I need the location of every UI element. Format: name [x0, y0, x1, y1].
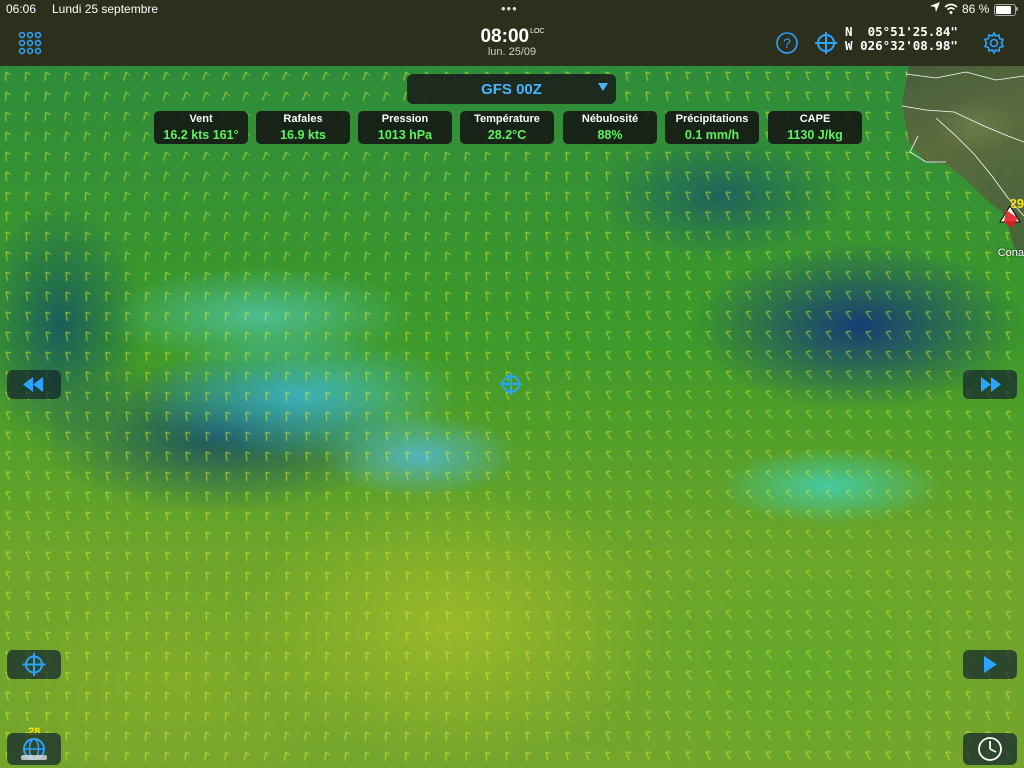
longitude: 026°32'08.98"	[860, 38, 958, 53]
chip-wind[interactable]: Vent 16.2 kts 161°	[154, 111, 248, 144]
chip-label: Rafales	[283, 113, 323, 125]
chip-temperature[interactable]: Température 28.2°C	[460, 111, 554, 144]
battery-icon	[994, 4, 1016, 16]
center-position-button[interactable]	[7, 650, 61, 679]
layers-button[interactable]	[7, 733, 61, 765]
help-icon[interactable]: ?	[775, 31, 799, 55]
chip-precipitation[interactable]: Précipitations 0.1 mm/h	[665, 111, 759, 144]
chip-cape[interactable]: CAPE 1130 J/kg	[768, 111, 862, 144]
crosshair-icon	[22, 653, 46, 676]
rewind-icon	[23, 377, 43, 392]
svg-text:?: ?	[783, 35, 791, 51]
battery-percent: 86 %	[962, 2, 990, 16]
clock-icon	[978, 737, 1002, 761]
chip-label: Température	[474, 113, 540, 125]
fast-forward-button[interactable]	[963, 370, 1017, 399]
lon-hemisphere: W	[845, 38, 853, 53]
model-label: GFS 00Z	[481, 81, 542, 98]
chip-value: 1130 J/kg	[787, 128, 843, 142]
cursor-coordinates: N 05°51'25.84" W 026°32'08.98"	[845, 25, 958, 53]
time-zone-label: LOC	[530, 28, 545, 35]
play-icon	[984, 656, 997, 673]
chip-label: Précipitations	[675, 113, 749, 125]
wifi-icon	[944, 3, 958, 14]
chip-value: 88%	[597, 128, 623, 142]
gear-icon[interactable]	[982, 31, 1006, 55]
chip-cloud-cover[interactable]: Nébulosité 88%	[563, 111, 657, 144]
status-bar: 06:06 Lundi 25 septembre ••• 86 %	[0, 0, 1024, 20]
weather-station-icon[interactable]	[998, 196, 1022, 242]
rewind-button[interactable]	[7, 370, 61, 399]
chip-label: Nébulosité	[581, 113, 639, 125]
weather-map[interactable]	[0, 66, 1024, 768]
chip-value: 16.2 kts 161°	[163, 128, 239, 142]
lat-hemisphere: N	[845, 24, 853, 39]
battery-tip	[1016, 7, 1018, 11]
chip-value: 1013 hPa	[377, 128, 433, 142]
status-date: Lundi 25 septembre	[52, 2, 159, 16]
chip-gusts[interactable]: Rafales 16.9 kts	[256, 111, 350, 144]
chip-value: 28.2°C	[487, 128, 527, 142]
latitude: 05°51'25.84"	[867, 24, 958, 39]
crosshair-icon[interactable]	[814, 31, 838, 55]
chip-label: CAPE	[799, 113, 831, 125]
battery-level	[996, 6, 1012, 14]
chip-value: 16.9 kts	[280, 128, 326, 142]
chip-pressure[interactable]: Pression 1013 hPa	[358, 111, 452, 144]
globe-layers-icon	[21, 738, 47, 760]
status-time: 06:06	[6, 2, 37, 16]
wind-barbs-layer	[0, 66, 1024, 768]
multitasking-dots[interactable]: •••	[501, 1, 518, 16]
chip-label: Pression	[381, 113, 429, 125]
play-button[interactable]	[963, 650, 1017, 679]
city-label[interactable]: Cona	[998, 247, 1024, 259]
chevron-down-icon	[598, 83, 608, 91]
top-toolbar: 08:00LOC lun. 25/09 ? N 05°51'25.84" W 0…	[0, 20, 1024, 66]
fast-forward-icon	[981, 377, 1001, 392]
center-crosshair-icon	[500, 373, 522, 395]
location-arrow-icon	[930, 2, 940, 12]
time-button[interactable]	[963, 733, 1017, 765]
model-selector[interactable]: GFS 00Z	[407, 74, 616, 104]
chip-value: 0.1 mm/h	[684, 128, 740, 142]
forecast-time-value: 08:00	[480, 26, 530, 47]
chip-label: Vent	[189, 113, 213, 125]
